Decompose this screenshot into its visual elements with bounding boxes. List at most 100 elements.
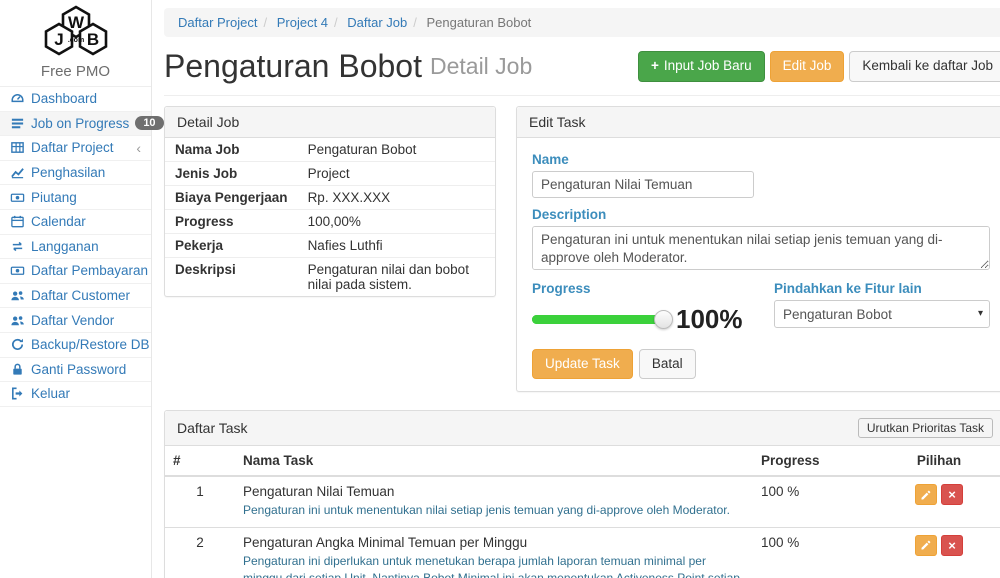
dashboard-icon [10,91,25,106]
sign-out-icon [10,386,25,401]
sidebar-item-dashboard[interactable]: Dashboard [0,87,151,112]
users-icon [10,313,25,328]
detail-label: Pekerja [165,234,298,258]
name-label: Name [532,152,990,167]
detail-job-panel: Detail Job Nama Job Pengaturan Bobot Jen… [164,106,496,297]
update-task-button[interactable]: Update Task [532,349,633,379]
breadcrumb-daftar-job[interactable]: Daftar Job [328,15,407,30]
delete-task-button[interactable]: × [941,484,963,505]
edit-task-button[interactable] [915,484,937,505]
detail-value: Rp. XXX.XXX [298,186,495,210]
task-name: Pengaturan Angka Minimal Temuan per Ming… [243,535,745,550]
sidebar-item-penghasilan[interactable]: Penghasilan [0,161,151,186]
detail-label: Nama Job [165,138,298,162]
move-label: Pindahkan ke Fitur lain [774,281,990,296]
table-row: Jenis Job Project [165,162,495,186]
sidebar-item-label: Penghasilan [31,165,105,180]
brand-name: Free PMO [0,63,151,80]
sidebar-item-calendar[interactable]: Calendar [0,210,151,235]
progress-slider-handle[interactable] [654,310,673,329]
calendar-icon [10,214,25,229]
detail-job-heading: Detail Job [165,107,495,138]
sidebar-item-daftar-vendor[interactable]: Daftar Vendor [0,308,151,333]
task-description-textarea[interactable]: Pengaturan ini untuk menentukan nilai se… [532,226,990,270]
table-row: Deskripsi Pengaturan nilai dan bobot nil… [165,258,495,297]
task-name: Pengaturan Nilai Temuan [243,484,745,499]
logo-letter-b: B [86,30,98,49]
input-job-baru-label: Input Job Baru [664,58,752,74]
sidebar-item-label: Langganan [31,239,99,254]
delete-icon: × [948,488,956,501]
edit-task-heading: Edit Task [517,107,1000,138]
sidebar-item-langganan[interactable]: Langganan [0,235,151,260]
batal-button[interactable]: Batal [639,349,696,379]
sidebar-item-label: Daftar Pembayaran [31,263,148,278]
money-icon [10,263,25,278]
sidebar-item-label: Backup/Restore DB [31,337,150,352]
sidebar-item-label: Piutang [31,190,77,205]
main-content: Daftar ProjectProject 4Daftar JobPengatu… [152,0,1000,578]
sidebar-item-daftar-project[interactable]: Daftar Project ‹ [0,136,151,161]
sidebar-item-ganti-password[interactable]: Ganti Password [0,358,151,383]
sidebar-item-piutang[interactable]: Piutang [0,185,151,210]
edit-job-button[interactable]: Edit Job [770,51,845,81]
sidebar-item-daftar-customer[interactable]: Daftar Customer [0,284,151,309]
progress-slider[interactable] [532,315,664,324]
sidebar-item-label: Ganti Password [31,362,126,377]
chevron-left-icon: ‹ [136,141,141,155]
edit-task-button[interactable] [915,535,937,556]
table-row: Biaya Pengerjaan Rp. XXX.XXX [165,186,495,210]
daftar-task-panel: Daftar Task Urutkan Prioritas Task # Nam… [164,410,1000,578]
detail-label: Biaya Pengerjaan [165,186,298,210]
breadcrumb: Daftar ProjectProject 4Daftar JobPengatu… [164,8,1000,37]
logo: W J B .com Free PMO [0,0,151,86]
breadcrumb-daftar-project[interactable]: Daftar Project [178,15,257,30]
logo-letter-j: J [54,30,63,49]
table-row: 1 Pengaturan Nilai Temuan Pengaturan ini… [165,476,1000,527]
sidebar-item-backup-restore[interactable]: Backup/Restore DB [0,333,151,358]
progress-group: Progress 100% [532,277,774,335]
jwb-logo-icon: W J B .com [28,5,124,57]
column-header-progress: Progress [753,446,873,476]
breadcrumb-current: Pengaturan Bobot [407,15,531,30]
move-select[interactable]: Pengaturan Bobot [774,300,990,328]
detail-job-table: Nama Job Pengaturan Bobot Jenis Job Proj… [165,138,495,296]
sidebar-menu: Dashboard Job on Progress 10 Daftar Proj… [0,86,151,407]
logo-com: .com [67,37,83,44]
column-header-name: Nama Task [235,446,753,476]
detail-value: Project [298,162,495,186]
progress-label: Progress [532,281,774,296]
column-header-actions: Pilihan [873,446,1000,476]
money-icon [10,190,25,205]
sidebar-item-job-on-progress[interactable]: Job on Progress 10 [0,112,151,137]
detail-value: Pengaturan Bobot [298,138,495,162]
input-job-baru-button[interactable]: + Input Job Baru [638,51,765,81]
sidebar-item-label: Daftar Project [31,140,114,155]
task-name-input[interactable] [532,171,754,198]
edit-task-panel: Edit Task Name Description Pengaturan in… [516,106,1000,392]
urutkan-prioritas-button-top[interactable]: Urutkan Prioritas Task [858,418,993,438]
task-description: Pengaturan ini diperlukan untuk menetuka… [243,553,745,578]
task-table: # Nama Task Progress Pilihan 1 Pengatura… [165,446,1000,578]
users-icon [10,288,25,303]
sidebar-item-daftar-pembayaran[interactable]: Daftar Pembayaran [0,259,151,284]
breadcrumb-project-4[interactable]: Project 4 [257,15,328,30]
sidebar-item-label: Daftar Vendor [31,313,114,328]
task-progress: 100 % [753,476,873,527]
sidebar-item-keluar[interactable]: Keluar [0,382,151,407]
daftar-task-heading: Daftar Task [177,420,248,436]
move-select-value: Pengaturan Bobot [783,307,892,322]
detail-value: 100,00% [298,210,495,234]
detail-label: Deskripsi [165,258,298,297]
page-header: Pengaturan Bobot Detail Job + Input Job … [164,46,1000,96]
task-number: 1 [165,476,235,527]
sidebar: W J B .com Free PMO Dashboard Job on Pro… [0,0,152,578]
pencil-icon [920,489,932,501]
page-title: Pengaturan Bobot [164,48,422,85]
progress-slider-fill [532,315,664,324]
table-row: Nama Job Pengaturan Bobot [165,138,495,162]
page-subtitle: Detail Job [430,53,532,80]
sidebar-item-label: Dashboard [31,91,97,106]
delete-task-button[interactable]: × [941,535,963,556]
kembali-button[interactable]: Kembali ke daftar Job [849,51,1000,81]
